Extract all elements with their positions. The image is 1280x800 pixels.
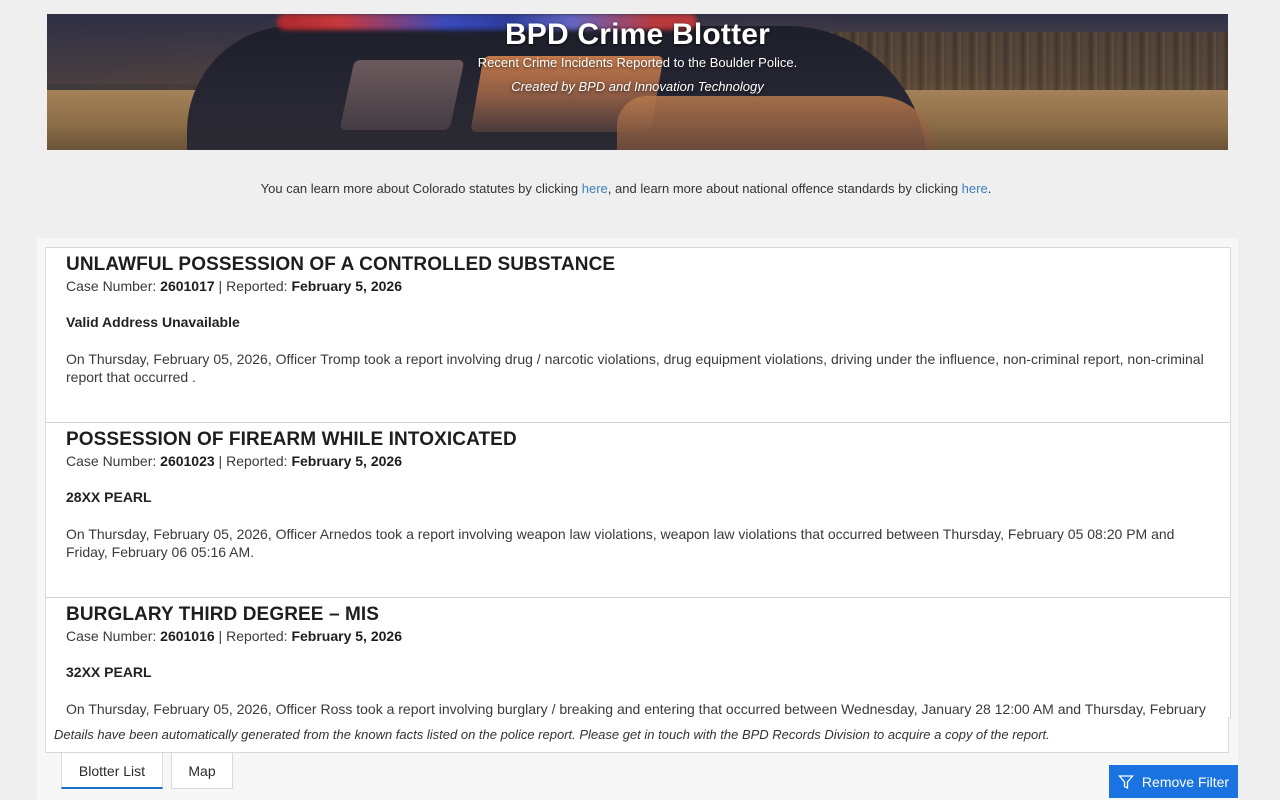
incident-card[interactable]: BURGLARY THIRD DEGREE – MIS Case Number:…	[46, 598, 1230, 718]
report-disclaimer: Details have been automatically generate…	[45, 717, 1229, 753]
reported-date: February 5, 2026	[291, 278, 402, 294]
national-standards-link[interactable]: here	[962, 181, 988, 196]
tab-map[interactable]: Map	[171, 753, 233, 789]
incident-address: 32XX PEARL	[66, 664, 152, 680]
incident-meta: Case Number: 2601023 | Reported: Februar…	[66, 453, 1210, 469]
meta-separator: |	[214, 278, 227, 294]
reported-date: February 5, 2026	[291, 453, 402, 469]
case-number: 2601023	[160, 453, 215, 469]
case-label: Case Number:	[66, 453, 161, 469]
info-suffix: .	[987, 181, 992, 196]
incident-address: Valid Address Unavailable	[66, 314, 240, 330]
incident-title: POSSESSION OF FIREARM WHILE INTOXICATED	[66, 429, 517, 450]
meta-separator: |	[214, 453, 227, 469]
filter-icon	[1118, 774, 1134, 790]
info-prefix: You can learn more about Colorado statut…	[260, 181, 582, 196]
remove-filter-button[interactable]: Remove Filter	[1109, 765, 1238, 798]
colorado-statutes-link[interactable]: here	[582, 181, 608, 196]
reported-label: Reported:	[226, 278, 292, 294]
case-number: 2601016	[160, 628, 215, 644]
info-middle: , and learn more about national offence …	[607, 181, 962, 196]
incident-list[interactable]: UNLAWFUL POSSESSION OF A CONTROLLED SUBS…	[45, 247, 1231, 719]
page-subtitle: Recent Crime Incidents Reported to the B…	[477, 55, 798, 70]
incident-card[interactable]: UNLAWFUL POSSESSION OF A CONTROLLED SUBS…	[46, 248, 1230, 423]
incident-title: UNLAWFUL POSSESSION OF A CONTROLLED SUBS…	[66, 254, 616, 275]
header-banner: BPD Crime Blotter Recent Crime Incidents…	[47, 14, 1228, 150]
reported-label: Reported:	[226, 453, 292, 469]
page-title: BPD Crime Blotter	[504, 18, 771, 51]
incident-title: BURGLARY THIRD DEGREE – MIS	[66, 604, 380, 625]
reported-label: Reported:	[226, 628, 292, 644]
banner-text: BPD Crime Blotter Recent Crime Incidents…	[47, 14, 1228, 94]
incident-card[interactable]: POSSESSION OF FIREARM WHILE INTOXICATED …	[46, 423, 1230, 598]
incident-description: On Thursday, February 05, 2026, Officer …	[66, 351, 1204, 385]
statutes-info: You can learn more about Colorado statut…	[0, 181, 1252, 196]
remove-filter-label: Remove Filter	[1141, 773, 1230, 790]
meta-separator: |	[214, 628, 227, 644]
incident-meta: Case Number: 2601017 | Reported: Februar…	[66, 278, 1210, 294]
reported-date: February 5, 2026	[291, 628, 402, 644]
case-label: Case Number:	[66, 628, 161, 644]
incident-address: 28XX PEARL	[66, 489, 152, 505]
car-hood	[617, 96, 937, 150]
case-label: Case Number:	[66, 278, 161, 294]
page-credit: Created by BPD and Innovation Technology	[511, 79, 764, 94]
case-number: 2601017	[160, 278, 215, 294]
incident-meta: Case Number: 2601016 | Reported: Februar…	[66, 628, 1210, 644]
incident-description: On Thursday, February 05, 2026, Officer …	[66, 526, 1175, 560]
tab-blotter-list[interactable]: Blotter List	[61, 753, 163, 789]
